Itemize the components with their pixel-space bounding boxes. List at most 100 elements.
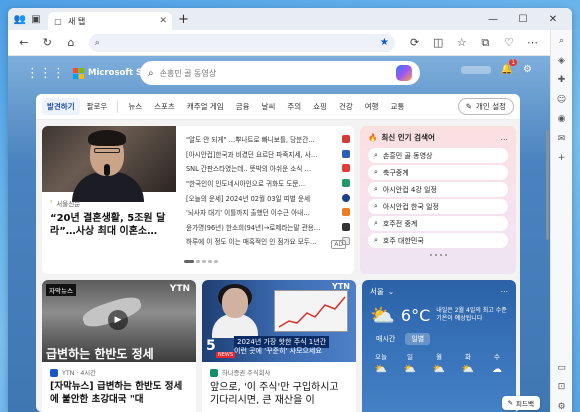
trending-item[interactable]: ⌕ 아시안컵 한국 일정	[368, 199, 508, 214]
settings-more-icon[interactable]: ⋯	[523, 33, 543, 53]
rewards-blurred[interactable]	[460, 65, 491, 74]
feedback-button[interactable]: ✎ 피드백	[501, 396, 540, 410]
top-story-image[interactable]	[42, 126, 176, 202]
nav-tab-health[interactable]: 건강	[334, 98, 358, 115]
nav-tab-sports[interactable]: 스포츠	[149, 98, 180, 115]
page-settings-icon[interactable]: ⚙	[523, 64, 532, 75]
home-icon[interactable]: ⌂	[61, 33, 81, 53]
tab-new[interactable]: ▢ 새 탭 ✕	[48, 12, 172, 30]
sidebar-settings-icon[interactable]: ⚙	[555, 402, 569, 412]
sidebar-games-icon[interactable]: ☺	[555, 95, 569, 106]
sponsored-card[interactable]: YTN 5 NEWS 2024년 가장 핫한 주식 1년간 이런 곳에 '꾸준히…	[202, 280, 356, 412]
sidebar-outlook-icon[interactable]: ✉	[555, 134, 569, 145]
list-item[interactable]: SNL 간판스타였는데.. 뜻박의 아쉬운 소식 …	[186, 161, 350, 176]
play-icon[interactable]: ▶	[108, 310, 128, 330]
sidebar-office-icon[interactable]: ◉	[555, 114, 569, 125]
sidebar-split-icon[interactable]: ⊡	[555, 382, 569, 393]
day-label: 월	[436, 353, 442, 361]
refresh-icon[interactable]: ↻	[38, 33, 58, 53]
trending-item[interactable]: ⌕ 축구중계	[368, 165, 508, 180]
forecast-day[interactable]: 오늘 ⛅	[370, 351, 392, 375]
minimize-icon[interactable]: —	[478, 8, 508, 30]
pager-dot[interactable]	[429, 254, 432, 256]
list-item[interactable]: "알도 안 되게" …뿌나트로 빠니보틀, 당분간…	[186, 132, 350, 147]
list-item[interactable]: [오늘의 운세] 2024년 02월 03일 띠별 운세	[186, 190, 350, 205]
nav-tab-caution[interactable]: 주의	[282, 98, 306, 115]
copilot-icon[interactable]	[396, 65, 412, 81]
top-story-card[interactable]: ❜ 서울신문 “20년 결혼생활, 5조원 달라”…사상 최대 이혼소… "알도 …	[42, 126, 354, 274]
sidebar-layout-icon[interactable]: ▭	[555, 363, 569, 374]
close-tab-icon[interactable]: ✕	[159, 16, 167, 26]
split-screen-icon[interactable]: ◫	[428, 33, 448, 53]
forecast-day[interactable]: 화 ⛅	[457, 351, 479, 375]
page-search-input[interactable]	[159, 68, 390, 78]
trending-pager[interactable]	[368, 254, 508, 256]
forecast-day[interactable]: 일 ⛅	[399, 351, 421, 375]
carousel-dot[interactable]	[196, 260, 200, 263]
sidebar-add-icon[interactable]: +	[555, 153, 569, 164]
nav-tab-weather[interactable]: 날씨	[257, 98, 281, 115]
browser-essentials-icon[interactable]: ♡	[499, 33, 519, 53]
trending-item[interactable]: ⌕ 아시안컵 4강 일정	[368, 182, 508, 197]
nav-tab-discover[interactable]: 발견하기	[42, 98, 80, 115]
address-input[interactable]	[103, 38, 376, 47]
nav-tab-following[interactable]: 팔로우	[82, 98, 113, 115]
carousel-dots[interactable]	[184, 260, 218, 263]
pager-dot[interactable]	[434, 254, 437, 256]
carousel-dot[interactable]	[184, 260, 194, 263]
card-headline[interactable]: 앞으로, '이 주식'만 구입하시고 기다리시면, 큰 재산을 이	[210, 381, 348, 407]
sidebar-tools-icon[interactable]: ✚	[555, 75, 569, 86]
new-tab-button[interactable]: +	[178, 12, 189, 27]
close-window-icon[interactable]: ✕	[538, 8, 568, 30]
list-item[interactable]: 하루에 이 정도 이는 매혹적인 인 점가요 모두…	[186, 234, 350, 249]
favorite-star-icon[interactable]: ★	[380, 37, 389, 48]
carousel-dot[interactable]	[214, 260, 218, 263]
weather-card[interactable]: 서울 ⌄ ⋯ ⛅ 6°C 내일은 2월 4일의 최고 수준 기온이 예상됩니다 …	[362, 280, 516, 412]
video-news-card[interactable]: 자막뉴스 YTN ▶ 급변하는 한반도 정세 YTN · 4시간 [자막뉴스] …	[42, 280, 196, 412]
page-scrollbar[interactable]	[546, 60, 549, 400]
notification-bell-icon[interactable]: 🔔 1	[501, 59, 518, 75]
nav-tab-traffic[interactable]: 교통	[386, 98, 410, 115]
nav-tab-shopping[interactable]: 쇼핑	[308, 98, 332, 115]
carousel-dot[interactable]	[208, 260, 212, 263]
back-icon[interactable]: ←	[14, 33, 34, 53]
list-item[interactable]: [아시안컵]한국과 비겼던 요르단 파죽지세, 사…	[186, 147, 350, 162]
trending-item[interactable]: ⌕ 호주전 중계	[368, 216, 508, 231]
list-item[interactable]: "한국인이 인도네시아인으로 귀화도 도문…	[186, 176, 350, 191]
list-item[interactable]: '뇌사자 대기' 이틀까지 출했던 이수근 아내…	[186, 205, 350, 220]
sidebar-search-icon[interactable]: ⌕	[555, 36, 569, 47]
tab-actions-icon[interactable]: ▣	[28, 11, 44, 27]
page-search-box[interactable]: ⌕	[140, 61, 420, 85]
trending-item[interactable]: ⌕ 손흥민 골 동영상	[368, 148, 508, 163]
nav-tab-news[interactable]: 뉴스	[123, 98, 147, 115]
list-item[interactable]: 윤가명(96년) 한소희(94년)→로제라는말 관용…	[186, 220, 350, 235]
carousel-dot[interactable]	[202, 260, 206, 263]
scrollbar-thumb[interactable]	[546, 130, 549, 240]
tab-hourly[interactable]: 매시간	[370, 333, 401, 345]
top-story-headline[interactable]: “20년 결혼생활, 5조원 달라”…사상 최대 이혼소…	[50, 212, 172, 238]
address-bar[interactable]: ⌕ ★	[88, 33, 395, 52]
trending-item[interactable]: ⌕ 호주 대한민국	[368, 233, 508, 248]
extensions-icon[interactable]: ⟳	[405, 33, 425, 53]
pager-dot[interactable]	[444, 254, 447, 256]
nav-tab-games[interactable]: 캐주얼 게임	[182, 98, 229, 115]
nav-tab-travel[interactable]: 여행	[360, 98, 384, 115]
personalize-button[interactable]: ✎ 개인 설정	[457, 98, 514, 115]
forecast-day[interactable]: 월 ⛅	[428, 351, 450, 375]
video-thumbnail[interactable]: 자막뉴스 YTN ▶ 급변하는 한반도 정세	[42, 280, 196, 362]
sidebar-shopping-icon[interactable]: ◈	[555, 56, 569, 67]
sponsored-image[interactable]: YTN 5 NEWS 2024년 가장 핫한 주식 1년간 이런 곳에 '꾸준히…	[202, 280, 356, 362]
card-headline[interactable]: [자막뉴스] 급변하는 한반도 정세에 불안한 초강대국 "대	[50, 381, 188, 406]
app-launcher-icon[interactable]: ⋮⋮⋮	[26, 66, 65, 81]
pager-dot[interactable]	[439, 254, 442, 256]
profile-icon[interactable]: 👥	[12, 11, 28, 27]
tab-daily[interactable]: 일별	[405, 333, 431, 345]
favorites-icon[interactable]: ☆	[452, 33, 472, 53]
forecast-day[interactable]: 수 ☁	[486, 351, 508, 375]
trending-more-icon[interactable]: …	[501, 133, 509, 142]
collections-icon[interactable]: ⧉	[476, 33, 496, 53]
maximize-icon[interactable]: ☐	[508, 8, 538, 30]
nav-tab-finance[interactable]: 금융	[231, 98, 255, 115]
more-options-icon[interactable]: ⋯	[501, 287, 509, 296]
chevron-down-icon[interactable]: ⌄	[388, 287, 394, 296]
